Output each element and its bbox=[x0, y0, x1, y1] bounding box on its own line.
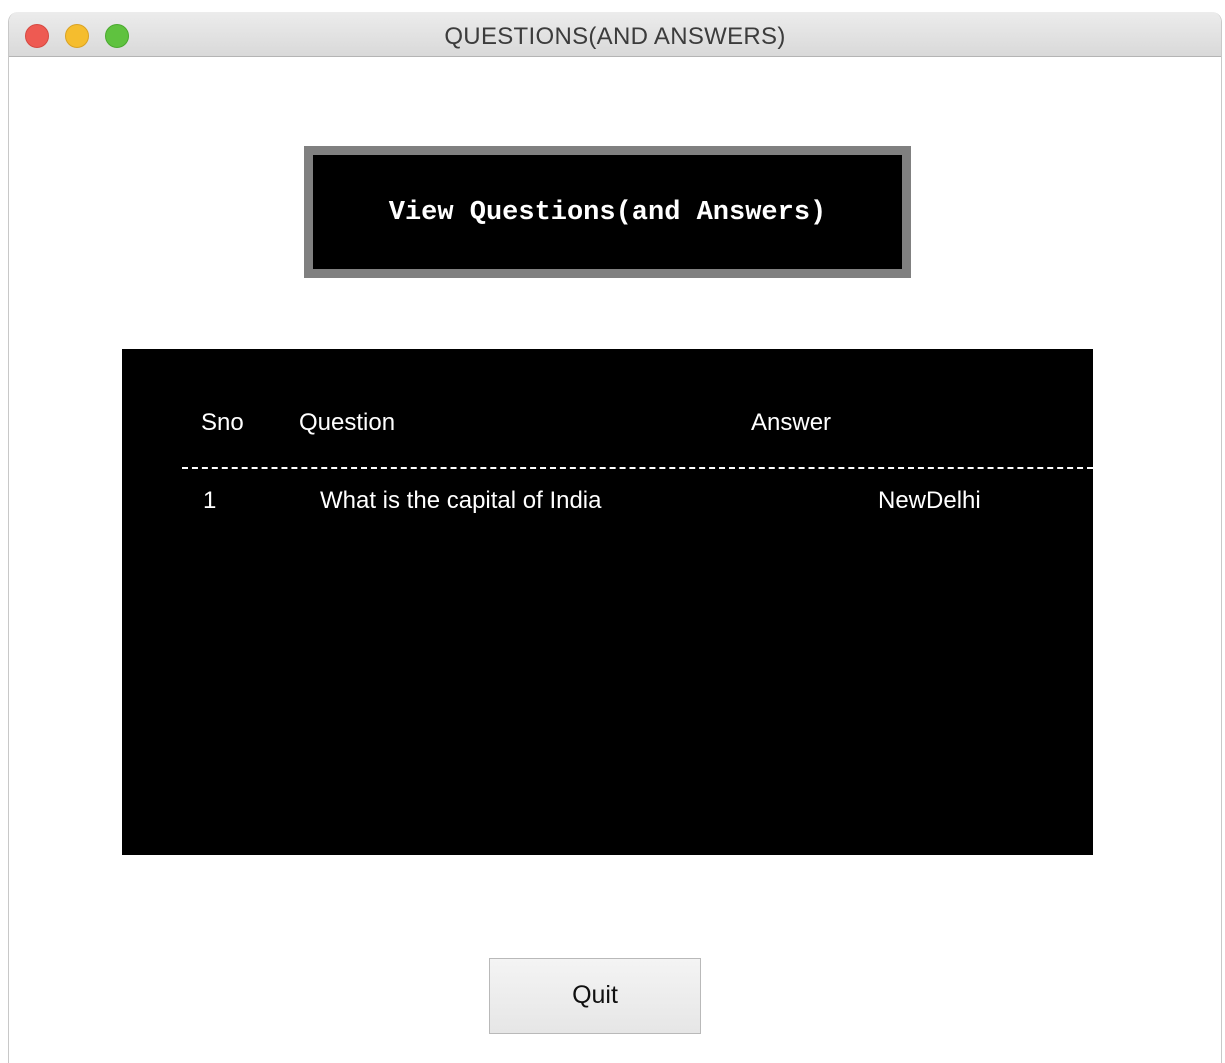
column-header-question: Question bbox=[299, 409, 396, 436]
row-1-answer: NewDelhi bbox=[878, 487, 981, 514]
row-1-sno: 1 bbox=[203, 487, 217, 514]
questions-table: Sno Question Answer 1 What is the capita… bbox=[122, 349, 1093, 855]
window-title: QUESTIONS(AND ANSWERS) bbox=[444, 23, 786, 50]
row-1-question: What is the capital of India bbox=[320, 487, 602, 514]
page-heading: View Questions(and Answers) bbox=[388, 198, 827, 228]
quit-button[interactable]: Quit bbox=[489, 958, 701, 1034]
header-divider bbox=[182, 467, 1093, 469]
title-bar[interactable]: QUESTIONS(AND ANSWERS) bbox=[9, 12, 1221, 57]
column-header-sno: Sno bbox=[201, 409, 244, 436]
column-header-answer: Answer bbox=[751, 409, 832, 436]
heading-box: View Questions(and Answers) bbox=[304, 146, 911, 278]
